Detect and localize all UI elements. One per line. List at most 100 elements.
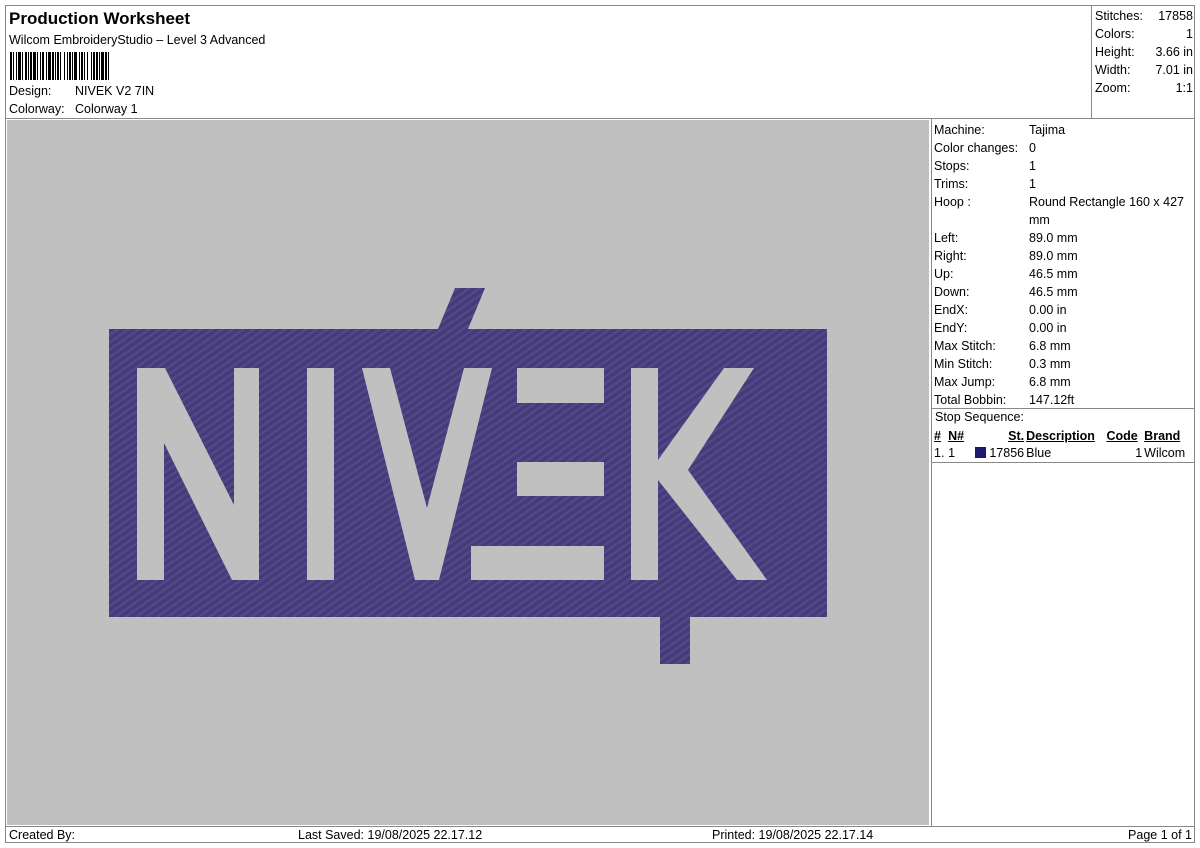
info-label: Right: [934,249,967,263]
info-value: 1 [1029,159,1036,173]
info-value: 6.8 mm [1029,339,1071,353]
info-label: Stops: [934,159,970,173]
info-row: Min Stitch: 0.3 mm [934,355,1189,373]
created-by: Created By: [9,828,76,842]
info-label: Total Bobbin: [934,393,1007,407]
stop-sequence-title: Stop Sequence: [935,410,1024,424]
info-row: Color changes: 0 [934,139,1189,157]
col-header-description: Description [1026,429,1095,443]
stat-row: Stitches: 17858 [1095,7,1193,25]
stat-row: Width: 7.01 in [1095,61,1193,79]
info-label: EndY: [934,321,968,335]
colorway-value: Colorway 1 [75,102,138,116]
info-value: 6.8 mm [1029,375,1071,389]
design-value: NIVEK V2 7IN [75,84,155,98]
design-preview [7,120,929,825]
stat-value: 3.66 in [1155,45,1193,59]
info-value: 0.3 mm [1029,357,1071,371]
info-row: Hoop : Round Rectangle 160 x 427 mm [934,193,1189,229]
col-header-st: St. [1008,429,1025,443]
col-header-n: N# [948,429,965,443]
info-value: Round Rectangle 160 x 427 mm [1029,195,1184,227]
stat-label: Width: [1095,63,1131,77]
info-row: Max Stitch: 6.8 mm [934,337,1189,355]
machine-info-table: Machine: Tajima Color changes: 0 Stops: 1 T… [934,121,1189,409]
info-row: Right: 89.0 mm [934,247,1189,265]
info-label: Color changes: [934,141,1019,155]
col-header-brand: Brand [1144,429,1181,443]
info-value: Tajima [1029,123,1066,137]
stop-sequence-header-row: # N# St. Description Code Brand [934,427,1193,445]
barcode-icon [10,52,109,80]
info-label: Min Stitch: [934,357,993,371]
info-label: Trims: [934,177,969,191]
cell-description: Blue [1026,446,1052,460]
nivek-logo [109,288,827,664]
printed-date: Printed: 19/08/2025 22.17.14 [712,828,874,842]
stat-row: Zoom: 1:1 [1095,79,1193,97]
col-header-num: # [934,429,941,443]
stat-row: Colors: 1 [1095,25,1193,43]
stat-row: Height: 3.66 in [1095,43,1193,61]
stop-sequence-table: # N# St. Description Code Brand 1. 1 178… [934,427,1193,462]
info-label: Left: [934,231,959,245]
info-value: 46.5 mm [1029,267,1078,281]
colorway-label: Colorway: [9,102,65,116]
info-value: 147.12ft [1029,393,1075,407]
info-row: Left: 89.0 mm [934,229,1189,247]
color-swatch [975,447,987,458]
info-row: Machine: Tajima [934,121,1189,139]
info-row: EndY: 0.00 in [934,319,1189,337]
info-value: 0.00 in [1029,321,1067,335]
stat-value: 17858 [1158,9,1193,23]
info-row: Up: 46.5 mm [934,265,1189,283]
table-row: 1. 1 17856 Blue 1 Wilcom [934,445,1193,462]
worksheet-footer: Created By: Last Saved: 19/08/2025 22.17… [6,827,1195,843]
cell-n: 1 [948,446,956,460]
divider [932,408,1195,409]
page-title: Production Worksheet [9,9,191,28]
page-number: Page 1 of 1 [1128,828,1192,842]
info-label: Max Jump: [934,375,996,389]
cell-num: 1. [934,446,945,460]
info-label: Down: [934,285,970,299]
stat-value: 1 [1186,27,1193,41]
info-value: 89.0 mm [1029,249,1078,263]
info-label: Max Stitch: [934,339,996,353]
info-panel: Machine: Tajima Color changes: 0 Stops: 1 T… [931,119,1195,826]
info-row: Max Jump: 6.8 mm [934,373,1189,391]
worksheet-header: Production Worksheet Wilcom EmbroiderySt… [6,6,1091,118]
stats-table: Stitches: 17858 Colors: 1 Height: 3.66 in W… [1095,7,1193,97]
info-row: Trims: 1 [934,175,1189,193]
divider [932,462,1195,463]
design-label: Design: [9,84,52,98]
stat-value: 7.01 in [1155,63,1193,77]
worksheet-frame: Production Worksheet Wilcom EmbroiderySt… [5,5,1195,843]
cell-st-value: 17856 [989,446,1025,460]
stat-label: Stitches: [1095,9,1143,23]
stats-box: Stitches: 17858 Colors: 1 Height: 3.66 in W… [1091,6,1195,118]
cell-brand: Wilcom [1144,446,1186,460]
info-label: EndX: [934,303,969,317]
last-saved: Last Saved: 19/08/2025 22.17.12 [298,828,483,842]
info-row: Total Bobbin: 147.12ft [934,391,1189,409]
stat-label: Colors: [1095,27,1135,41]
embroidery-design [109,288,827,664]
col-header-code: Code [1106,429,1138,443]
info-value: 89.0 mm [1029,231,1078,245]
colorway-row: Colorway: Colorway 1 [9,102,138,116]
stat-value: 1:1 [1175,81,1193,95]
stat-label: Zoom: [1095,81,1131,95]
info-value: 0.00 in [1029,303,1067,317]
info-value: 46.5 mm [1029,285,1078,299]
info-row: EndX: 0.00 in [934,301,1189,319]
cell-code: 1 [1135,446,1143,460]
info-row: Down: 46.5 mm [934,283,1189,301]
software-subtitle: Wilcom EmbroideryStudio – Level 3 Advanc… [9,33,266,47]
stat-label: Height: [1095,45,1135,59]
design-row: Design: NIVEK V2 7IN [9,84,154,98]
info-value: 1 [1029,177,1036,191]
cell-st: 17856 [969,445,1027,462]
info-label: Up: [934,267,954,281]
info-label: Hoop : [934,195,971,209]
